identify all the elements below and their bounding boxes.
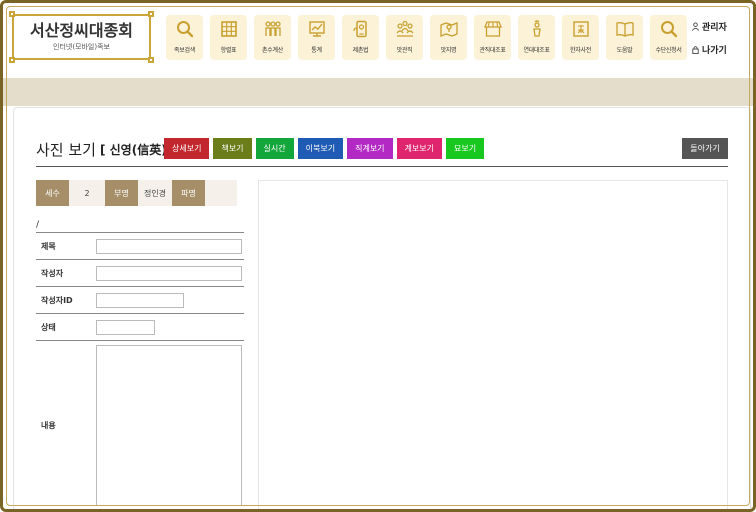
menu-label: 수단신청서: [655, 47, 682, 54]
menu-label: 맛지명: [440, 47, 457, 54]
logo-corner: [148, 11, 154, 17]
author-id-label: 작성자ID: [41, 295, 73, 305]
header-band: [3, 78, 753, 106]
menu-label: 통계: [311, 47, 322, 54]
content-textarea[interactable]: [96, 345, 242, 506]
father-value: 정인경: [138, 180, 172, 206]
father-label: 부명: [105, 180, 138, 206]
menu-item-help[interactable]: 도움말: [606, 15, 643, 60]
person-name: [ 신영(信英)]: [99, 143, 173, 157]
view-buttons: 상세보기 책보기 실시간 이북보기 직계보기 계보보기 묘보기: [164, 138, 485, 159]
content-panel: 사진 보기 [ 신영(信英)] 상세보기 책보기 실시간 이북보기 직계보기 계…: [13, 107, 751, 509]
menu-label: 맛관직: [396, 47, 413, 54]
photo-preview: [258, 180, 728, 509]
map-icon: [439, 22, 458, 37]
menu-item-statistics[interactable]: 통계: [298, 15, 335, 60]
menu-item-genealogy-search[interactable]: 족보검색: [166, 15, 203, 60]
title-field[interactable]: [96, 238, 242, 254]
branch-label: 파명: [172, 180, 205, 206]
author-field[interactable]: [96, 265, 242, 281]
menu-item-jechon[interactable]: 제촌법: [342, 15, 379, 60]
logo[interactable]: 서산정씨대종회 인터넷(모바일)족보: [9, 11, 154, 63]
ebook-view-button[interactable]: 이북보기: [297, 138, 344, 159]
page-title: 사진 보기: [36, 141, 96, 159]
lock-icon: [692, 46, 699, 54]
menu-label: 한자사전: [570, 47, 591, 54]
menu-label: 항렬표: [220, 47, 237, 54]
meta-row: 세수 2 부명 정인경 파명: [36, 180, 237, 206]
family-icon: [264, 21, 281, 36]
app-frame: 서산정씨대종회 인터넷(모바일)족보 족보검색 항렬표 촌수계산 통계 제촌법 …: [0, 0, 756, 512]
menu-item-kinship-calc[interactable]: 촌수계산: [254, 15, 291, 60]
menu-item-generation-table[interactable]: 항렬표: [210, 15, 247, 60]
grave-view-button[interactable]: 묘보기: [446, 138, 485, 159]
logo-subtitle: 인터넷(모바일)족보: [53, 43, 110, 51]
grid-icon: [220, 21, 237, 37]
title-divider: [36, 166, 728, 167]
user-icon: [691, 22, 700, 31]
hanja-icon: [572, 21, 589, 37]
title-label: 제목: [41, 241, 56, 251]
form-row-content: 내용: [36, 340, 244, 509]
admin-label: 관리자: [702, 23, 727, 33]
book-view-button[interactable]: 책보기: [213, 138, 252, 159]
form-row-status: 상태: [36, 313, 244, 340]
branch-value: [205, 180, 237, 206]
content-label: 내용: [41, 421, 56, 430]
lineal-view-button[interactable]: 직계보기: [347, 138, 393, 159]
title-row: 사진 보기 [ 신영(信英)]: [36, 139, 172, 160]
logo-corner: [148, 57, 154, 63]
logout-label: 나가기: [702, 46, 727, 56]
search-icon: [176, 21, 193, 38]
menu-label: 족보검색: [174, 47, 195, 54]
chart-icon: [308, 21, 325, 37]
generation-label: 세수: [36, 180, 69, 206]
menu-label: 연대대조표: [523, 47, 550, 54]
menu-item-post-comparison[interactable]: 관직대조표: [474, 15, 511, 60]
main-menu: 족보검색 항렬표 촌수계산 통계 제촌법 맛관직 맛지명 관직대조표 연대대조표…: [166, 15, 687, 60]
people-icon: [396, 20, 413, 37]
author-label: 작성자: [41, 268, 64, 278]
menu-label: 제촌법: [352, 47, 369, 54]
logout-link[interactable]: 나가기: [691, 43, 727, 56]
user-links: 관리자 나가기: [691, 20, 727, 56]
back-button[interactable]: 돌아가기: [682, 138, 728, 159]
menu-item-official-posts[interactable]: 맛관직: [386, 15, 423, 60]
generation-value: 2: [69, 180, 105, 206]
shop-icon: [483, 21, 502, 37]
form-row-author: 작성자: [36, 259, 244, 286]
figure-icon: [532, 20, 541, 37]
status-field[interactable]: [96, 319, 155, 335]
menu-item-place-names[interactable]: 맛지명: [430, 15, 467, 60]
logo-corner: [9, 57, 15, 63]
logo-title: 서산정씨대종회: [29, 21, 134, 40]
pedigree-view-button[interactable]: 계보보기: [396, 138, 442, 159]
menu-label: 관직대조표: [479, 47, 506, 54]
menu-label: 도움말: [616, 47, 633, 54]
form-row-title: 제목: [36, 232, 244, 259]
menu-label: 촌수계산: [262, 47, 283, 54]
menu-item-application[interactable]: 수단신청서: [650, 15, 687, 60]
admin-link[interactable]: 관리자: [691, 20, 727, 33]
menu-item-hanja-dict[interactable]: 한자사전: [562, 15, 599, 60]
book-icon: [615, 22, 634, 37]
path-text: /: [36, 220, 40, 230]
search-icon: [660, 21, 677, 38]
phone-icon: [352, 20, 367, 38]
logo-corner: [9, 11, 15, 17]
status-label: 상태: [41, 322, 56, 332]
realtime-button[interactable]: 실시간: [255, 138, 294, 159]
photo-info-form: 제목 작성자 작성자ID 상태 내용: [36, 232, 244, 509]
detail-view-button[interactable]: 상세보기: [164, 138, 210, 159]
menu-item-era-comparison[interactable]: 연대대조표: [518, 15, 555, 60]
header: 서산정씨대종회 인터넷(모바일)족보 족보검색 항렬표 촌수계산 통계 제촌법 …: [3, 3, 753, 78]
form-row-author-id: 작성자ID: [36, 286, 244, 313]
author-id-field[interactable]: [96, 292, 184, 308]
